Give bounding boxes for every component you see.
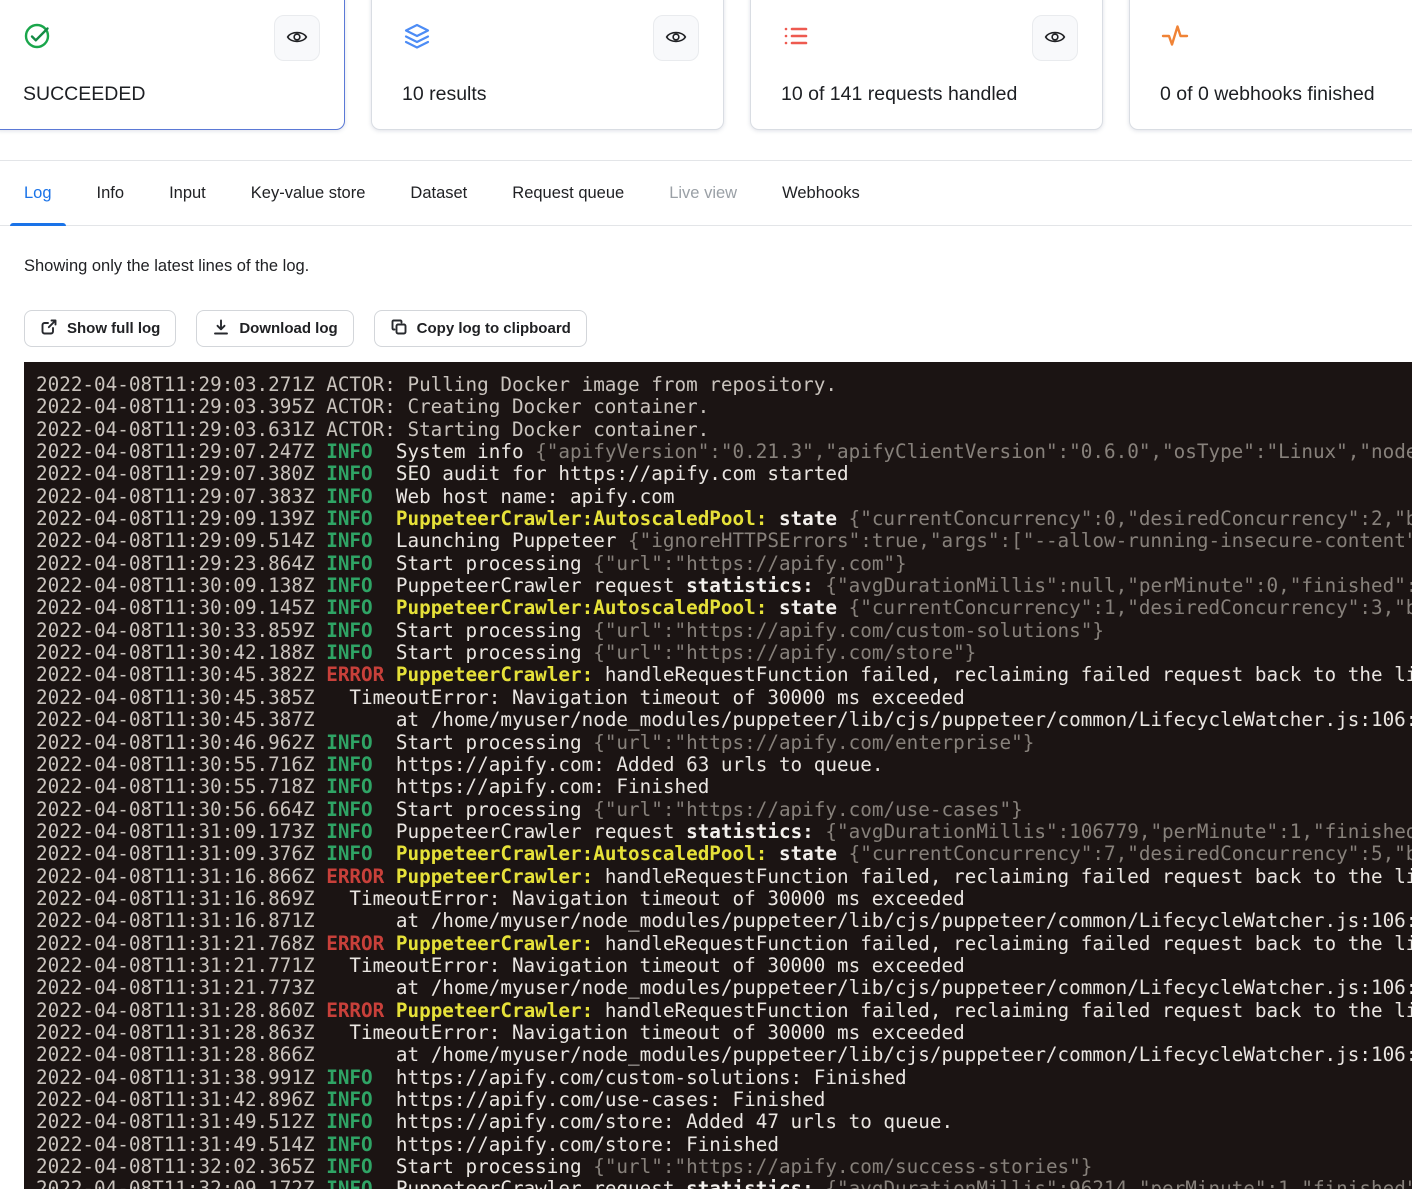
show-full-log-button[interactable]: Show full log	[24, 310, 176, 347]
log-line: 2022-04-08T11:31:16.871Z at /home/myuser…	[36, 910, 1412, 932]
list-icon	[781, 21, 811, 51]
eye-button[interactable]	[1032, 15, 1078, 61]
tab-key-value-store[interactable]: Key-value store	[237, 161, 380, 225]
log-line: 2022-04-08T11:31:16.869Z TimeoutError: N…	[36, 888, 1412, 910]
log-line: 2022-04-08T11:30:09.138Z INFO PuppeteerC…	[36, 575, 1412, 597]
log-line: 2022-04-08T11:30:45.382Z ERROR Puppeteer…	[36, 664, 1412, 686]
external-link-icon	[40, 318, 58, 340]
tab-live-view[interactable]: Live view	[655, 161, 751, 225]
log-note: Showing only the latest lines of the log…	[24, 257, 309, 276]
download-log-label: Download log	[239, 320, 337, 337]
log-line: 2022-04-08T11:30:45.387Z at /home/myuser…	[36, 709, 1412, 731]
log-line: 2022-04-08T11:30:45.385Z TimeoutError: N…	[36, 687, 1412, 709]
status-card-webhooks[interactable]: 0 of 0 webhooks finished	[1129, 0, 1412, 130]
log-line: 2022-04-08T11:29:07.383Z INFO Web host n…	[36, 486, 1412, 508]
log-line: 2022-04-08T11:29:23.864Z INFO Start proc…	[36, 553, 1412, 575]
log-line: 2022-04-08T11:29:03.395Z ACTOR: Creating…	[36, 396, 1412, 418]
log-line: 2022-04-08T11:31:28.860Z ERROR Puppeteer…	[36, 1000, 1412, 1022]
eye-button[interactable]	[653, 15, 699, 61]
log-line: 2022-04-08T11:30:33.859Z INFO Start proc…	[36, 620, 1412, 642]
log-line: 2022-04-08T11:31:21.773Z at /home/myuser…	[36, 977, 1412, 999]
log-line: 2022-04-08T11:29:03.631Z ACTOR: Starting…	[36, 419, 1412, 441]
log-line: 2022-04-08T11:32:09.172Z INFO PuppeteerC…	[36, 1178, 1412, 1189]
show-full-log-label: Show full log	[67, 320, 160, 337]
log-line: 2022-04-08T11:31:09.173Z INFO PuppeteerC…	[36, 821, 1412, 843]
log-line: 2022-04-08T11:30:09.145Z INFO PuppeteerC…	[36, 597, 1412, 619]
log-line: 2022-04-08T11:30:42.188Z INFO Start proc…	[36, 642, 1412, 664]
tab-info[interactable]: Info	[83, 161, 139, 225]
status-card-succeeded[interactable]: SUCCEEDED	[0, 0, 345, 130]
log-line: 2022-04-08T11:31:16.866Z ERROR Puppeteer…	[36, 866, 1412, 888]
log-line: 2022-04-08T11:31:49.514Z INFO https://ap…	[36, 1134, 1412, 1156]
log-line: 2022-04-08T11:29:03.271Z ACTOR: Pulling …	[36, 374, 1412, 396]
copy-log-button[interactable]: Copy log to clipboard	[374, 310, 587, 347]
status-cards-row: SUCCEEDED 10 results	[0, 0, 1412, 130]
log-line: 2022-04-08T11:31:38.991Z INFO https://ap…	[36, 1067, 1412, 1089]
log-line: 2022-04-08T11:31:28.863Z TimeoutError: N…	[36, 1022, 1412, 1044]
activity-icon	[1160, 21, 1190, 51]
log-line: 2022-04-08T11:29:07.247Z INFO System inf…	[36, 441, 1412, 463]
layers-icon	[402, 21, 432, 51]
log-line: 2022-04-08T11:31:21.768Z ERROR Puppeteer…	[36, 933, 1412, 955]
tab-log[interactable]: Log	[10, 161, 66, 225]
log-line: 2022-04-08T11:31:49.512Z INFO https://ap…	[36, 1111, 1412, 1133]
download-icon	[212, 318, 230, 340]
log-line: 2022-04-08T11:30:55.718Z INFO https://ap…	[36, 776, 1412, 798]
download-log-button[interactable]: Download log	[196, 310, 353, 347]
log-line: 2022-04-08T11:32:02.365Z INFO Start proc…	[36, 1156, 1412, 1178]
log-line: 2022-04-08T11:31:21.771Z TimeoutError: N…	[36, 955, 1412, 977]
check-circle-icon	[23, 21, 53, 51]
log-line: 2022-04-08T11:31:28.866Z at /home/myuser…	[36, 1044, 1412, 1066]
requests-card-label: 10 of 141 requests handled	[781, 83, 1017, 106]
eye-icon	[1044, 26, 1066, 51]
log-actions: Show full log Download log Copy log to c…	[24, 310, 587, 347]
eye-icon	[286, 26, 308, 51]
tab-webhooks[interactable]: Webhooks	[768, 161, 874, 225]
results-card-label: 10 results	[402, 83, 487, 106]
log-line: 2022-04-08T11:29:09.514Z INFO Launching …	[36, 530, 1412, 552]
eye-icon	[665, 26, 687, 51]
log-line: 2022-04-08T11:30:46.962Z INFO Start proc…	[36, 732, 1412, 754]
log-line: 2022-04-08T11:31:09.376Z INFO PuppeteerC…	[36, 843, 1412, 865]
status-card-requests[interactable]: 10 of 141 requests handled	[750, 0, 1103, 130]
log-line: 2022-04-08T11:30:56.664Z INFO Start proc…	[36, 799, 1412, 821]
tab-dataset[interactable]: Dataset	[396, 161, 481, 225]
log-line: 2022-04-08T11:31:42.896Z INFO https://ap…	[36, 1089, 1412, 1111]
log-line: 2022-04-08T11:29:07.380Z INFO SEO audit …	[36, 463, 1412, 485]
webhooks-card-label: 0 of 0 webhooks finished	[1160, 83, 1375, 106]
copy-icon	[390, 318, 408, 340]
eye-button[interactable]	[274, 15, 320, 61]
log-line: 2022-04-08T11:30:55.716Z INFO https://ap…	[36, 754, 1412, 776]
status-card-label: SUCCEEDED	[23, 83, 145, 106]
log-panel[interactable]: 2022-04-08T11:29:03.271Z ACTOR: Pulling …	[24, 362, 1412, 1189]
tab-request-queue[interactable]: Request queue	[498, 161, 638, 225]
tab-bar: Log Info Input Key-value storeDataset Reques…	[0, 160, 1412, 226]
log-line: 2022-04-08T11:29:09.139Z INFO PuppeteerC…	[36, 508, 1412, 530]
copy-log-label: Copy log to clipboard	[417, 320, 571, 337]
tab-input[interactable]: Input	[155, 161, 220, 225]
status-card-results[interactable]: 10 results	[371, 0, 724, 130]
